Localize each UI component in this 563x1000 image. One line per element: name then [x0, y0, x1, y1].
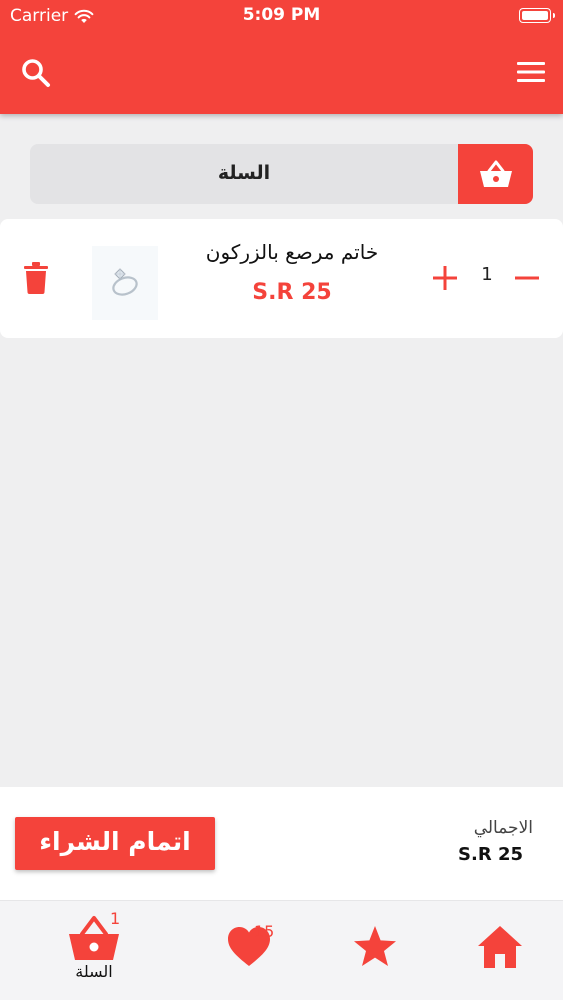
cart-count-badge: 1: [110, 909, 121, 928]
tab-star-icon[interactable]: [352, 924, 398, 970]
shopping-basket-icon: [479, 160, 512, 187]
checkout-button[interactable]: اتمام الشراء: [15, 817, 215, 870]
search-icon[interactable]: [20, 57, 52, 89]
cart-section-title: السلة: [217, 162, 271, 184]
battery-icon: [519, 8, 555, 23]
app-header: Carrier 5:09 PM: [0, 0, 563, 114]
product-ring-image[interactable]: [92, 246, 158, 320]
minus-icon[interactable]: [514, 265, 540, 291]
tab-cart-label: السلة: [75, 962, 113, 981]
product-price: S.R 25: [252, 280, 332, 305]
product-name: خاتم مرصع بالزركون: [205, 240, 379, 264]
quantity-value: 1: [481, 264, 493, 285]
cart-section-header: السلة: [30, 144, 533, 204]
favorites-count-badge: 15: [254, 922, 275, 941]
total-value: S.R 25: [458, 844, 523, 865]
status-bar: Carrier 5:09 PM: [0, 0, 563, 34]
trash-icon[interactable]: [24, 262, 48, 294]
tab-home-icon[interactable]: [476, 924, 524, 970]
status-time: 5:09 PM: [242, 5, 321, 25]
total-label: الاجمالي: [473, 818, 533, 838]
hamburger-menu-icon[interactable]: [515, 59, 547, 85]
plus-icon[interactable]: [432, 265, 458, 291]
